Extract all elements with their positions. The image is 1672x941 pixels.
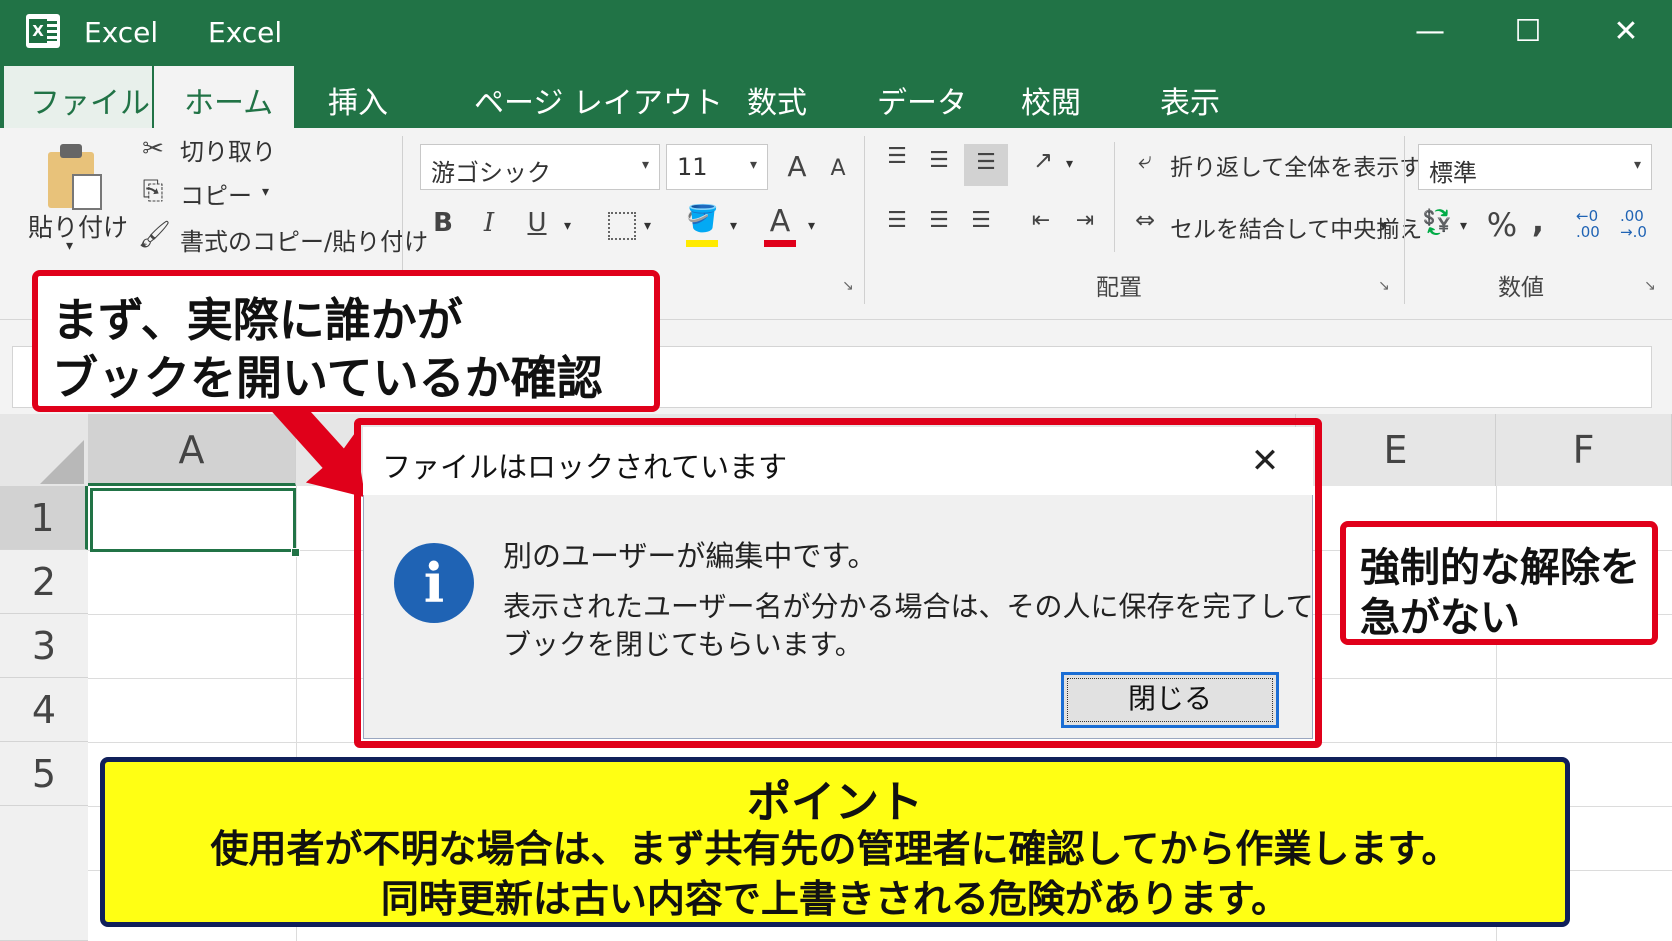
minimize-button[interactable]: — [1410, 12, 1450, 52]
row-header-1[interactable]: 1 [0, 486, 88, 550]
excel-logo-icon: X [26, 14, 60, 48]
decrease-decimal-button[interactable]: .00 →.0 [1620, 208, 1654, 240]
number-dialog-launcher-icon[interactable]: ↘ [1644, 278, 1656, 294]
tab-file[interactable]: ファイル [4, 66, 152, 128]
fill-color-icon[interactable]: 🪣 [686, 204, 718, 234]
font-name-value: 游ゴシック [431, 159, 551, 187]
point-line1: 使用者が不明な場合は、まず共有先の管理者に確認してから作業します。 [210, 827, 1460, 871]
align-center-icon[interactable]: ☰ [924, 208, 954, 233]
fill-color-dropdown-icon[interactable]: ▾ [730, 218, 737, 234]
callout-dont-force: 強制的な解除を 急がない [1340, 521, 1658, 645]
dialog-message-main: 別のユーザーが編集中です。 [503, 539, 877, 573]
grow-font-icon[interactable]: A [782, 150, 812, 183]
orientation-icon[interactable]: ↗ [1026, 146, 1060, 174]
tab-insert[interactable]: 挿入 [328, 78, 388, 122]
chevron-down-icon: ▾ [749, 157, 757, 173]
point-box: ポイント 使用者が不明な場合は、まず共有先の管理者に確認してから作業します。 同… [100, 757, 1570, 927]
underline-dropdown-icon[interactable]: ▾ [564, 218, 571, 234]
copy-icon[interactable]: ⎘ [138, 176, 168, 207]
font-dialog-launcher-icon[interactable]: ↘ [842, 278, 854, 294]
app-name: Excel [84, 16, 159, 49]
font-size-select[interactable]: 11 ▾ [666, 144, 768, 190]
tab-view[interactable]: 表示 [1160, 78, 1220, 122]
orientation-dropdown-icon[interactable]: ▾ [1066, 156, 1073, 172]
align-bottom-button[interactable]: ☰ [964, 144, 1008, 186]
borders-icon[interactable] [608, 212, 636, 240]
font-color-icon[interactable]: A [764, 204, 796, 239]
alignment-dialog-launcher-icon[interactable]: ↘ [1378, 278, 1390, 294]
underline-button[interactable]: U [522, 208, 552, 238]
dialog-message-sub-line2: ブックを閉じてもらいます。 [503, 628, 863, 661]
column-header-f[interactable]: F [1496, 414, 1672, 486]
borders-dropdown-icon[interactable]: ▾ [644, 218, 651, 234]
window-title: Excel [208, 16, 283, 49]
tab-home[interactable]: ホーム [154, 66, 294, 128]
format-painter-icon[interactable]: 🖌 [138, 220, 171, 250]
font-size-value: 11 [677, 153, 708, 181]
font-name-select[interactable]: 游ゴシック ▾ [420, 144, 660, 190]
row-header-blank [0, 806, 88, 941]
paste-dropdown-icon[interactable]: ▾ [66, 238, 73, 254]
cut-button[interactable]: 切り取り [180, 132, 276, 167]
align-bottom-icon: ☰ [976, 150, 996, 175]
paste-button[interactable] [44, 140, 106, 212]
row-header-5[interactable]: 5 [0, 742, 88, 806]
close-button[interactable]: 閉じる [1061, 672, 1279, 728]
tab-data[interactable]: データ [877, 78, 967, 122]
tab-review[interactable]: 校閲 [1021, 78, 1081, 122]
bold-button[interactable]: B [428, 208, 458, 238]
tab-formulas[interactable]: 数式 [747, 78, 807, 122]
scissors-icon[interactable]: ✂ [138, 134, 168, 164]
align-middle-icon[interactable]: ☰ [924, 148, 954, 173]
align-top-icon[interactable]: ☰ [882, 144, 912, 169]
accounting-format-icon[interactable]: 💱 [1420, 208, 1454, 236]
format-painter-button[interactable]: 書式のコピー/貼り付け [180, 222, 428, 257]
chevron-down-icon: ▾ [641, 157, 649, 173]
column-header-e[interactable]: E [1296, 414, 1496, 486]
italic-button[interactable]: I [474, 208, 504, 238]
copy-dropdown-icon[interactable]: ▾ [262, 184, 269, 200]
paste-label: 貼り付け [28, 213, 129, 242]
callout-dont-force-line2: 急がない [1360, 595, 1520, 641]
align-left-icon[interactable]: ☰ [882, 208, 912, 233]
tab-page-layout[interactable]: ページ レイアウト [474, 78, 723, 122]
align-right-icon[interactable]: ☰ [966, 208, 996, 233]
maximize-button[interactable]: ☐ [1508, 12, 1548, 52]
accounting-dropdown-icon[interactable]: ▾ [1460, 218, 1467, 234]
number-format-select[interactable]: 標準 ▾ [1418, 144, 1652, 190]
number-group-label: 数値 [1498, 275, 1544, 301]
wrap-text-icon[interactable]: ⤶ [1128, 146, 1162, 174]
row-header-2[interactable]: 2 [0, 550, 88, 614]
shrink-font-icon[interactable]: A [826, 156, 850, 181]
increase-decimal-button[interactable]: ←0 .00 [1576, 208, 1610, 240]
row-header-4[interactable]: 4 [0, 678, 88, 742]
point-line2: 同時更新は古い内容で上書きされる危険があります。 [380, 877, 1290, 921]
font-color-dropdown-icon[interactable]: ▾ [808, 218, 815, 234]
tab-home-label: ホーム [184, 86, 274, 121]
fill-handle[interactable] [291, 548, 300, 557]
dialog-close-icon[interactable]: ✕ [1242, 438, 1288, 484]
merge-center-icon[interactable]: ⇔ [1128, 206, 1162, 234]
callout-arrow [267, 407, 366, 498]
alignment-group-label: 配置 [1096, 275, 1142, 301]
callout-check-open: まず、実際に誰かが ブックを開いているか確認 [32, 270, 660, 412]
decrease-indent-icon[interactable]: ⇤ [1024, 208, 1058, 233]
number-format-value: 標準 [1429, 159, 1477, 187]
tab-file-label: ファイル [30, 86, 150, 121]
dialog-title: ファイルはロックされています [382, 450, 788, 484]
dialog-message-sub-line1: 表示されたユーザー名が分かる場合は、その人に保存を完了して [503, 590, 1314, 623]
percent-style-button[interactable]: % [1486, 206, 1518, 244]
merge-dropdown-icon[interactable]: ▾ [1380, 218, 1387, 234]
increase-indent-icon[interactable]: ⇥ [1068, 208, 1102, 233]
comma-style-button[interactable]: , [1528, 202, 1548, 240]
chevron-down-icon: ▾ [1633, 157, 1641, 173]
copy-button[interactable]: コピー [180, 176, 252, 211]
close-window-button[interactable]: ✕ [1606, 12, 1646, 52]
row-header-3[interactable]: 3 [0, 614, 88, 678]
select-all-triangle-icon [40, 440, 84, 484]
info-icon: i [394, 543, 474, 623]
callout-check-line1: まず、実際に誰かが [52, 293, 463, 347]
